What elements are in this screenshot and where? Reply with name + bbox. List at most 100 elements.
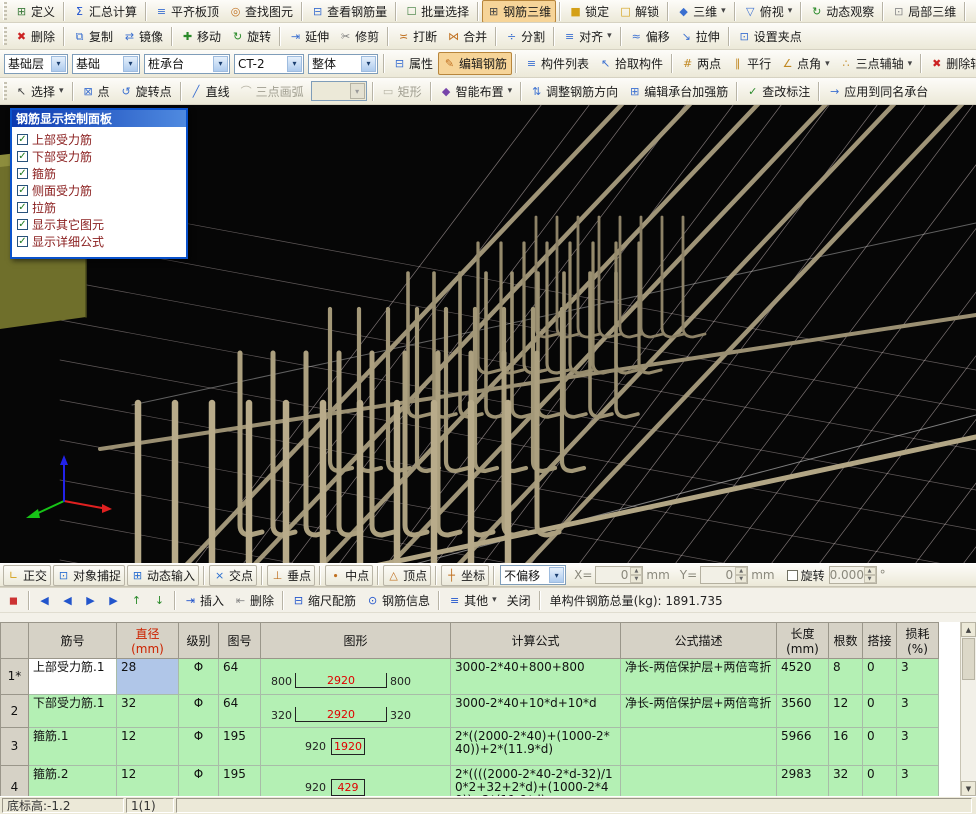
delete-button[interactable]: ✖ 删除 <box>10 25 60 48</box>
toolbar-grip[interactable] <box>3 2 7 20</box>
offset-mode-combo[interactable]: 不偏移 ▾ <box>500 565 567 585</box>
checkbox-icon[interactable]: ✓ <box>17 185 28 196</box>
cell-figno[interactable]: 195 <box>218 727 261 766</box>
cell-desc[interactable] <box>620 765 777 796</box>
cell-len[interactable]: 2983 <box>776 765 829 796</box>
parallel-button[interactable]: ∥ 平行 <box>726 52 776 75</box>
cell-figno[interactable]: 64 <box>218 694 261 728</box>
cell-fig[interactable]: 320 2920 320 <box>260 694 451 728</box>
col-header-loss[interactable]: 损耗(%) <box>896 622 939 659</box>
grid-handle-button[interactable]: ◼ <box>2 591 25 610</box>
apply-same-name-cap-button[interactable]: → 应用到同名承台 <box>823 80 933 103</box>
properties-button[interactable]: ⊟ 属性 <box>388 52 438 75</box>
edit-cap-strengthen-rebar-button[interactable]: ⊞ 编辑承台加强筋 <box>623 80 733 103</box>
move-button[interactable]: ✚ 移动 <box>176 25 226 48</box>
col-header-len[interactable]: 长度(mm) <box>776 622 829 659</box>
cell-dia[interactable]: 12 <box>116 765 179 796</box>
stretch-button[interactable]: ↘ 拉伸 <box>675 25 725 48</box>
3d-viewport[interactable]: 钢筋显示控制面板 ✓ 上部受力筋 ✓ 下部受力筋 ✓ 箍筋 ✓ 侧面受力筋 ✓ 拉筋 ✓ 显示其它图元… <box>0 105 976 563</box>
cell-lap[interactable]: 0 <box>862 765 897 796</box>
cell-formula[interactable]: 3000-2*40+800+800 <box>450 658 621 695</box>
rebar-display-panel[interactable]: 钢筋显示控制面板 ✓ 上部受力筋 ✓ 下部受力筋 ✓ 箍筋 ✓ 侧面受力筋 ✓ 拉筋 ✓ 显示其它图元… <box>10 108 188 259</box>
row-header[interactable]: 3 <box>0 727 29 766</box>
cell-dia[interactable]: 32 <box>116 694 179 728</box>
arc-mode-combo[interactable]: ▾ <box>310 81 367 101</box>
cell-desc[interactable]: 净长-两倍保护层+两倍弯折 <box>620 658 777 695</box>
y-input[interactable]: 0 ▲ ▼ <box>700 566 749 584</box>
cell-loss[interactable]: 3 <box>896 694 939 728</box>
scroll-up-icon[interactable]: ▲ <box>961 622 976 637</box>
y-spinner[interactable]: ▲ ▼ <box>735 567 748 583</box>
point-button[interactable]: ⊠ 点 <box>77 80 115 103</box>
perpendicular-snap-button[interactable]: ⊥ 垂点 <box>267 564 316 586</box>
cell-count[interactable]: 16 <box>828 727 863 766</box>
chevron-down-icon[interactable]: ▾ <box>549 567 565 583</box>
smart-layout-button[interactable]: ◆ 智能布置 <box>435 80 518 103</box>
row-up-button[interactable]: ↑ <box>125 591 148 610</box>
row-down-button[interactable]: ↓ <box>148 591 171 610</box>
upper-main-rebar-checkbox[interactable]: ✓ 上部受力筋 <box>17 132 184 147</box>
nav-next-button[interactable]: ▶ <box>79 591 102 610</box>
close-grid-button[interactable]: 关闭 <box>502 589 536 612</box>
checkbox-icon[interactable]: ✓ <box>17 236 28 247</box>
cell-formula[interactable]: 2*((((2000-2*40-2*d-32)/10*2+32+2*d)+(10… <box>450 765 621 796</box>
component-list-button[interactable]: ≡ 构件列表 <box>520 52 594 75</box>
rectangle-button[interactable]: ▭ 矩形 <box>377 80 427 103</box>
side-rebar-checkbox[interactable]: ✓ 侧面受力筋 <box>17 183 184 198</box>
element-type-combo[interactable]: 桩承台 ▾ <box>144 53 230 74</box>
spin-down-icon[interactable]: ▼ <box>630 575 643 583</box>
chevron-down-icon[interactable]: ▾ <box>349 83 365 99</box>
cell-grade[interactable]: Φ <box>178 694 219 728</box>
col-header-figno[interactable]: 图号 <box>218 622 261 659</box>
insert-row-button[interactable]: ⇥ 插入 <box>179 589 229 612</box>
stirrup-checkbox[interactable]: ✓ 箍筋 <box>17 166 184 181</box>
cell-figno[interactable]: 64 <box>218 658 261 695</box>
coordinate-snap-button[interactable]: ┼ 坐标 <box>441 564 490 586</box>
cell-formula[interactable]: 3000-2*40+10*d+10*d <box>450 694 621 728</box>
spin-down-icon[interactable]: ▼ <box>735 575 748 583</box>
lock-button[interactable]: ■ 锁定 <box>564 0 614 22</box>
rotate-input[interactable]: 0.000 ▲ ▼ <box>828 566 877 584</box>
top-view-button[interactable]: ▽ 俯视 <box>739 0 798 22</box>
local-3d-button[interactable]: ⊡ 局部三维 <box>887 0 961 22</box>
category-combo[interactable]: 基础 ▾ <box>72 53 140 74</box>
grip-settings-button[interactable]: ⊡ 设置夹点 <box>733 25 807 48</box>
intersection-snap-button[interactable]: × 交点 <box>209 564 258 586</box>
spin-up-icon[interactable]: ▲ <box>735 567 748 575</box>
col-header-dia[interactable]: 直径(mm) <box>116 622 179 659</box>
toolbar-grip[interactable] <box>3 82 7 100</box>
col-header-grade[interactable]: 级别 <box>178 622 219 659</box>
spin-up-icon[interactable]: ▲ <box>630 567 643 575</box>
cell-loss[interactable]: 3 <box>896 658 939 695</box>
cell-fig[interactable]: 920 429 <box>260 765 451 796</box>
cell-lap[interactable]: 0 <box>862 658 897 695</box>
view-3d-button[interactable]: ◆ 三维 <box>672 0 731 22</box>
orbit-button[interactable]: ↻ 动态观察 <box>805 0 879 22</box>
cell-fig[interactable]: 800 2920 800 <box>260 658 451 695</box>
mirror-button[interactable]: ⇄ 镜像 <box>118 25 168 48</box>
rotate-point-button[interactable]: ↺ 旋转点 <box>115 80 177 103</box>
cell-count[interactable]: 12 <box>828 694 863 728</box>
scroll-thumb[interactable] <box>962 638 975 680</box>
spin-up-icon[interactable]: ▲ <box>863 567 876 575</box>
pick-component-button[interactable]: ↖ 拾取构件 <box>594 52 668 75</box>
nav-prev-button[interactable]: ◀ <box>56 591 79 610</box>
three-point-aux-axis-button[interactable]: ∴ 三点辅轴 <box>835 52 918 75</box>
cell-count[interactable]: 8 <box>828 658 863 695</box>
chevron-down-icon[interactable]: ▾ <box>51 55 66 72</box>
rebar-info-button[interactable]: ⊙ 钢筋信息 <box>361 589 435 612</box>
point-angle-button[interactable]: ∠ 点角 <box>776 52 835 75</box>
cell-grade[interactable]: Φ <box>178 765 219 796</box>
cell-loss[interactable]: 3 <box>896 727 939 766</box>
panel-title[interactable]: 钢筋显示控制面板 <box>12 110 186 127</box>
col-header-name[interactable]: 筋号 <box>28 622 117 659</box>
cell-name[interactable]: 箍筋.1 <box>28 727 117 766</box>
col-header-fig[interactable]: 图形 <box>260 622 451 659</box>
show-other-elements-checkbox[interactable]: ✓ 显示其它图元 <box>17 217 184 232</box>
ortho-toggle[interactable]: ∟ 正交 <box>3 564 52 586</box>
cell-grade[interactable]: Φ <box>178 658 219 695</box>
lower-main-rebar-checkbox[interactable]: ✓ 下部受力筋 <box>17 149 184 164</box>
cell-name[interactable]: 下部受力筋.1 <box>28 694 117 728</box>
adjust-rebar-direction-button[interactable]: ⇅ 调整钢筋方向 <box>525 80 623 103</box>
vertex-snap-button[interactable]: △ 顶点 <box>383 564 432 586</box>
